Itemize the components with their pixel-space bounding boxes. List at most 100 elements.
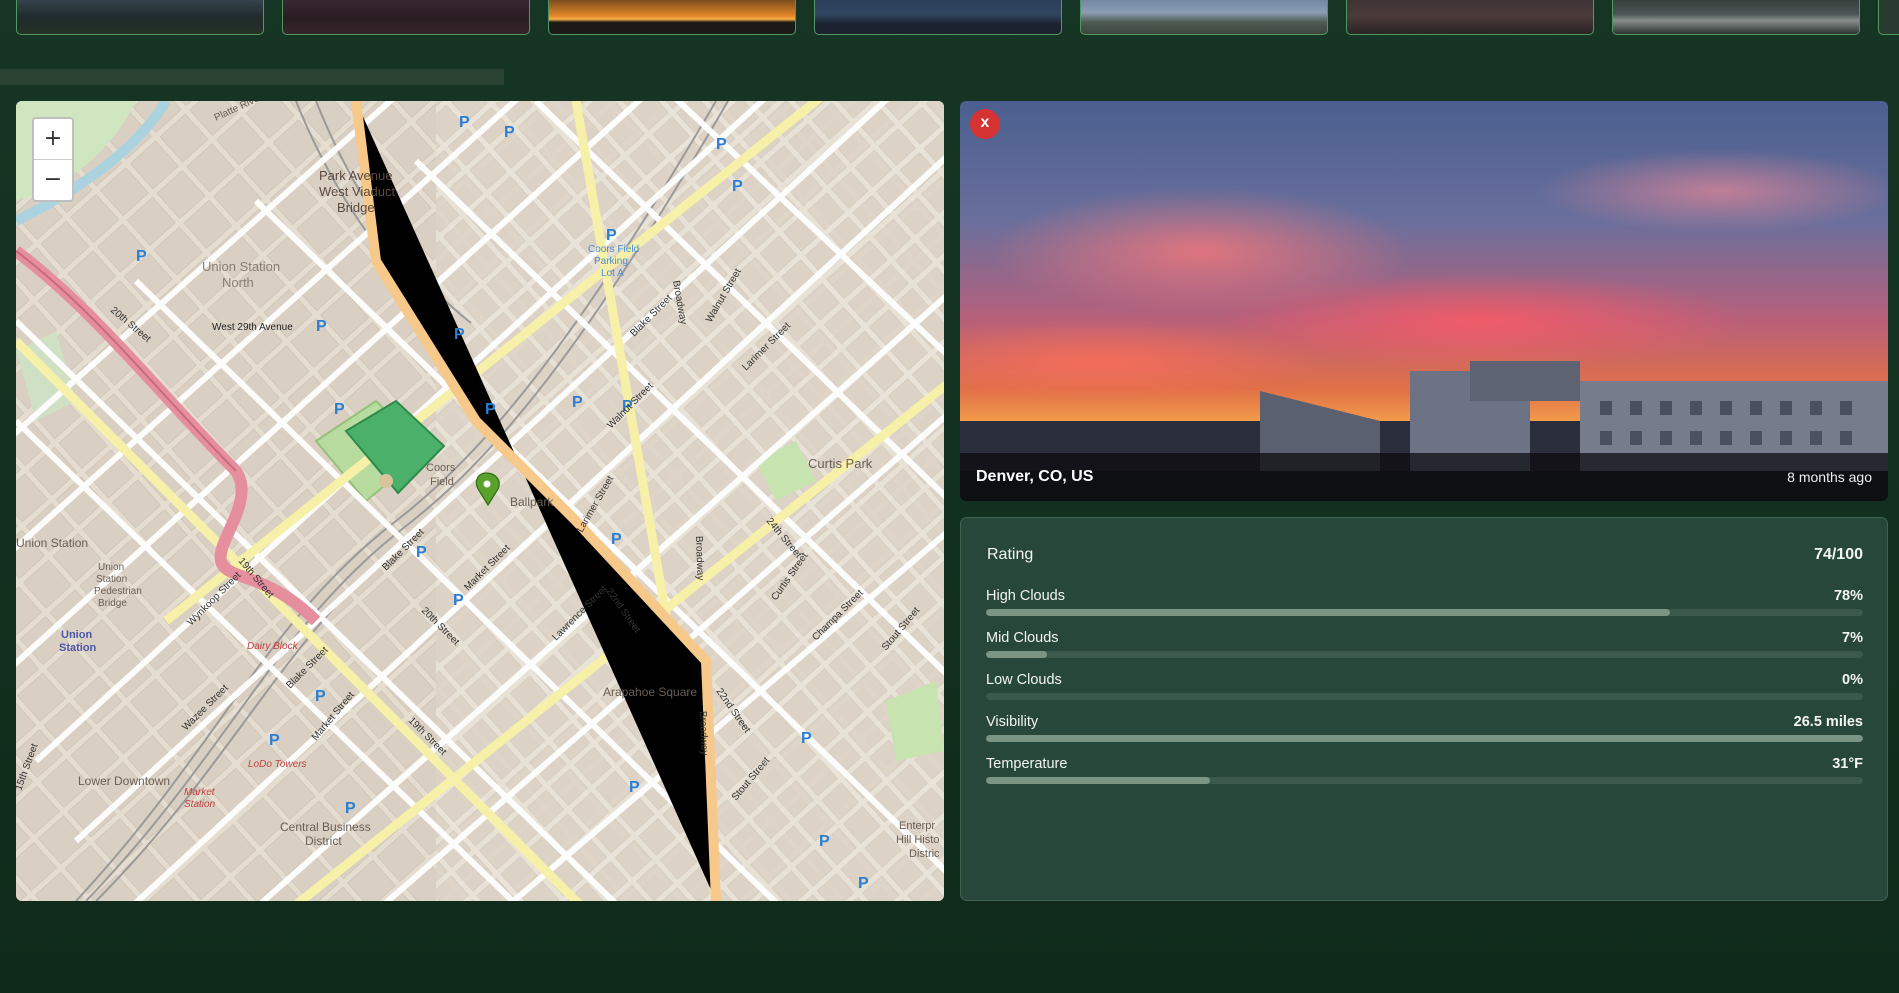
svg-text:Bridge: Bridge (98, 598, 127, 609)
stat-bar-fill (986, 609, 1671, 616)
stat-bar (986, 735, 1863, 742)
map-view[interactable]: PPP PPP PPP PPP PPP PPP PPP P Park Avenu… (16, 101, 944, 901)
svg-text:Dairy Block: Dairy Block (247, 641, 299, 652)
svg-text:Union Station: Union Station (16, 536, 88, 550)
stat-value: 7% (1842, 630, 1863, 646)
stat-label: Temperature (986, 756, 1068, 772)
svg-text:Broadway: Broadway (693, 536, 706, 581)
stat-bar-fill (986, 651, 1048, 658)
svg-text:P: P (453, 592, 464, 609)
svg-text:P: P (611, 531, 622, 548)
stat-label: Visibility (986, 714, 1039, 730)
conditions-panel: Rating 74/100 High Clouds 78% Mid Clouds… (960, 517, 1888, 901)
svg-text:LoDo Towers: LoDo Towers (248, 759, 307, 770)
stat-value: 26.5 miles (1793, 714, 1863, 730)
svg-text:Central Business: Central Business (280, 820, 371, 834)
svg-text:Coors Field: Coors Field (588, 244, 639, 255)
rating-label: Rating (987, 546, 1034, 563)
svg-text:P: P (572, 394, 583, 411)
thumbnail-8[interactable] (1878, 0, 1899, 35)
stat-value: 31°F (1832, 756, 1863, 772)
svg-text:P: P (459, 114, 470, 131)
stat-bar-fill (986, 735, 1863, 742)
stat-temperature: Temperature 31°F (986, 756, 1863, 790)
stat-label: High Clouds (986, 588, 1065, 604)
svg-text:Coors: Coors (426, 462, 456, 474)
rating-value: 74/100 (1814, 546, 1863, 563)
svg-text:District: District (305, 834, 342, 848)
svg-text:P: P (345, 800, 356, 817)
zoom-in-button[interactable]: + (34, 119, 72, 159)
stat-high-clouds: High Clouds 78% (986, 588, 1863, 622)
stat-low-clouds: Low Clouds 0% (986, 672, 1863, 706)
stat-label: Mid Clouds (986, 630, 1059, 646)
stat-bar (986, 693, 1863, 700)
svg-text:P: P (629, 779, 640, 796)
svg-text:Field: Field (430, 476, 454, 488)
svg-text:P: P (416, 544, 427, 561)
svg-text:North: North (222, 275, 254, 290)
thumbnail-4[interactable] (814, 0, 1062, 35)
svg-text:P: P (136, 248, 147, 265)
svg-text:P: P (801, 730, 812, 747)
svg-text:P: P (269, 732, 280, 749)
stat-mid-clouds: Mid Clouds 7% (986, 630, 1863, 664)
svg-text:Station: Station (184, 799, 216, 810)
map-zoom-control: + − (32, 117, 74, 202)
svg-text:Station: Station (96, 574, 127, 585)
stat-value: 0% (1842, 672, 1863, 688)
stat-visibility: Visibility 26.5 miles (986, 714, 1863, 748)
svg-text:Ballpark: Ballpark (510, 495, 554, 509)
stat-bar (986, 777, 1863, 784)
svg-text:West Viaduct: West Viaduct (319, 184, 396, 199)
svg-text:Distric: Distric (909, 848, 940, 860)
svg-text:Broadway: Broadway (697, 711, 710, 756)
close-button[interactable]: x (970, 109, 1000, 139)
svg-text:Union: Union (61, 629, 92, 641)
svg-text:Pedestrian: Pedestrian (94, 586, 142, 597)
svg-text:Bridge: Bridge (337, 200, 375, 215)
svg-text:P: P (858, 875, 869, 892)
timestamp-label: 8 months ago (1787, 469, 1872, 485)
thumbnail-5[interactable] (1080, 0, 1328, 35)
thumbnail-2[interactable] (282, 0, 530, 35)
svg-text:P: P (315, 688, 326, 705)
svg-text:P: P (819, 833, 830, 850)
thumbnail-7[interactable] (1612, 0, 1860, 35)
svg-text:Lot A: Lot A (601, 268, 624, 279)
svg-text:Curtis Park: Curtis Park (808, 456, 873, 471)
thumbnail-1[interactable] (16, 0, 264, 35)
svg-text:P: P (504, 124, 515, 141)
svg-text:Parking: Parking (594, 256, 628, 267)
svg-text:Union: Union (98, 562, 124, 573)
svg-text:P: P (485, 401, 496, 418)
stat-label: Low Clouds (986, 672, 1062, 688)
sunset-photo: x Denver, CO, US 8 months ago (960, 101, 1888, 501)
map-tiles[interactable]: PPP PPP P PP PPP PPP PPP PPP P Park Avenu… (16, 101, 944, 901)
svg-text:Enterpr: Enterpr (899, 820, 935, 832)
svg-text:P: P (606, 227, 617, 244)
svg-text:Hill Histo: Hill Histo (896, 834, 939, 846)
svg-text:Market: Market (184, 787, 216, 798)
svg-text:Lower Downtown: Lower Downtown (78, 774, 170, 788)
stat-bar-fill (986, 777, 1210, 784)
svg-text:P: P (732, 178, 743, 195)
stat-value: 78% (1833, 588, 1863, 604)
location-label: Denver, CO, US (976, 468, 1094, 485)
svg-text:P: P (454, 326, 465, 343)
svg-text:West 29th Avenue: West 29th Avenue (212, 322, 293, 333)
stat-bar (986, 651, 1863, 658)
thumbnail-6[interactable] (1346, 0, 1594, 35)
zoom-out-button[interactable]: − (34, 159, 72, 200)
svg-text:Park Avenue: Park Avenue (319, 168, 392, 183)
svg-text:P: P (716, 136, 727, 153)
loading-bar (0, 69, 504, 85)
svg-text:Station: Station (59, 642, 97, 654)
rating-row: Rating 74/100 (987, 546, 1863, 566)
photo-caption: Denver, CO, US 8 months ago (960, 453, 1888, 501)
svg-text:P: P (334, 401, 345, 418)
svg-text:Arapahoe Square: Arapahoe Square (603, 685, 697, 699)
thumbnail-3[interactable] (548, 0, 796, 35)
svg-text:Union Station: Union Station (202, 259, 280, 274)
svg-text:P: P (316, 318, 327, 335)
